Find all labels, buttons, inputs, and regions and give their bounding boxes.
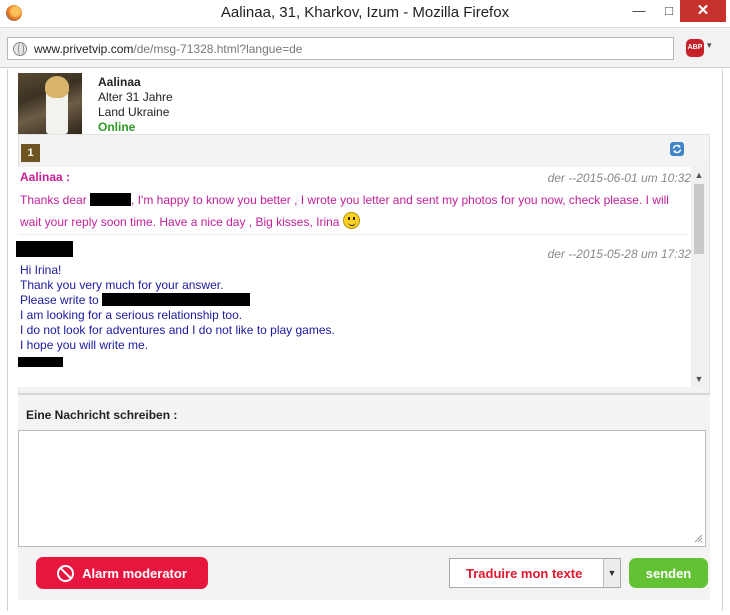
browser-navbar: www.privetvip.com/de/msg-71328.html?lang… bbox=[0, 28, 730, 68]
message-text: Hi Irina! Thank you very much for your a… bbox=[20, 263, 335, 353]
thread-scrollbar[interactable]: ▲ ▼ bbox=[691, 167, 707, 387]
message-line: Thank you very much for your answer. bbox=[20, 278, 224, 292]
redacted-block bbox=[102, 293, 251, 306]
resize-grip-icon[interactable] bbox=[693, 533, 703, 543]
message-sender[interactable]: Aalinaa : bbox=[20, 170, 70, 184]
url-host: www.privetvip.com bbox=[34, 42, 134, 56]
redacted-block bbox=[90, 193, 132, 206]
message-date: der --2015-05-28 um 17:32 bbox=[547, 247, 691, 261]
scroll-down-icon[interactable]: ▼ bbox=[691, 371, 707, 387]
message-date: der --2015-06-01 um 10:32 bbox=[547, 171, 691, 185]
minimize-button[interactable]: — bbox=[624, 0, 654, 22]
message-text-part: Thanks dear bbox=[20, 193, 91, 207]
profile-name[interactable]: Aalinaa bbox=[98, 75, 141, 89]
url-path: /de/msg-71328.html?langue=de bbox=[133, 42, 303, 56]
redacted-sender bbox=[16, 241, 73, 257]
url-text[interactable]: www.privetvip.com/de/msg-71328.html?lang… bbox=[34, 42, 302, 56]
message-line: I hope you will write me. bbox=[20, 338, 149, 352]
page-number-badge[interactable]: 1 bbox=[21, 144, 40, 162]
profile-age: Alter 31 Jahre bbox=[98, 90, 173, 104]
translate-label: Traduire mon texte bbox=[466, 566, 583, 581]
page-content: Aalinaa Alter 31 Jahre Land Ukraine Onli… bbox=[7, 69, 723, 611]
alarm-moderator-label: Alarm moderator bbox=[82, 565, 187, 581]
message-thread[interactable]: Aalinaa : der --2015-06-01 um 10:32 Than… bbox=[16, 167, 701, 387]
message-line: Please write to bbox=[20, 293, 335, 308]
window-title: Aalinaa, 31, Kharkov, Izum - Mozilla Fir… bbox=[220, 4, 510, 21]
adblock-icon[interactable]: ABP bbox=[686, 39, 704, 57]
window-titlebar: Aalinaa, 31, Kharkov, Izum - Mozilla Fir… bbox=[0, 0, 730, 28]
chevron-down-icon[interactable]: ▾ bbox=[707, 40, 712, 51]
avatar-hair bbox=[45, 76, 69, 98]
status-badge: Online bbox=[98, 120, 136, 134]
avatar[interactable] bbox=[18, 73, 82, 134]
compose-label: Eine Nachricht schreiben : bbox=[26, 408, 178, 422]
send-button[interactable]: senden bbox=[629, 558, 708, 588]
refresh-icon[interactable] bbox=[670, 142, 684, 156]
message-line-text: Please write to bbox=[20, 293, 103, 307]
close-button[interactable]: ✕ bbox=[680, 0, 726, 22]
scroll-up-icon[interactable]: ▲ bbox=[691, 167, 707, 183]
translate-select[interactable]: Traduire mon texte ▼ bbox=[449, 558, 621, 588]
globe-icon bbox=[13, 42, 27, 56]
profile-country: Land Ukraine bbox=[98, 105, 170, 119]
alarm-moderator-button[interactable]: Alarm moderator bbox=[36, 557, 208, 589]
message-line: Hi Irina! bbox=[20, 263, 62, 277]
message-line: I am looking for a serious relationship … bbox=[20, 308, 243, 322]
message-divider bbox=[18, 234, 688, 235]
smiley-icon bbox=[342, 212, 360, 229]
scroll-thumb[interactable] bbox=[694, 184, 704, 254]
redacted-signature bbox=[18, 357, 63, 367]
message-line: I do not look for adventures and I do no… bbox=[20, 323, 335, 337]
no-entry-icon bbox=[57, 564, 75, 582]
chevron-down-icon[interactable]: ▼ bbox=[603, 559, 620, 587]
url-bar[interactable]: www.privetvip.com/de/msg-71328.html?lang… bbox=[7, 37, 674, 60]
compose-panel: Eine Nachricht schreiben : Alarm moderat… bbox=[18, 393, 710, 600]
message-text: Thanks dear , I'm happy to know you bett… bbox=[20, 189, 675, 233]
message-input[interactable] bbox=[18, 430, 706, 547]
